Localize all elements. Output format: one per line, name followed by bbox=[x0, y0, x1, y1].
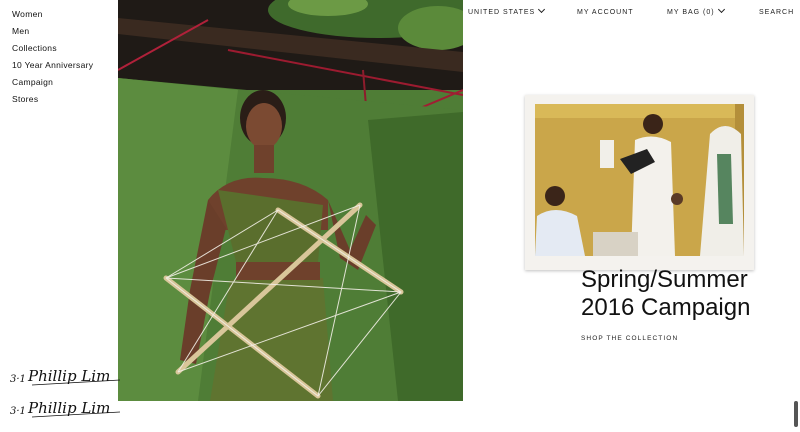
campaign-title-line-2: 2016 Campaign bbox=[581, 294, 751, 321]
campaign-polaroid[interactable] bbox=[525, 95, 754, 270]
side-navigation: Women Men Collections 10 Year Anniversar… bbox=[12, 6, 93, 108]
hero-campaign-photo bbox=[118, 0, 463, 401]
nav-item-stores[interactable]: Stores bbox=[12, 91, 93, 108]
campaign-title-line-1: Spring/Summer bbox=[581, 266, 748, 293]
chevron-down-icon bbox=[717, 5, 725, 14]
nav-item-women[interactable]: Women bbox=[12, 6, 93, 23]
polaroid-photo-illustration bbox=[535, 104, 744, 256]
campaign-title: Spring/Summer 2016 Campaign bbox=[581, 266, 781, 322]
scrollbar-thumb[interactable] bbox=[794, 401, 798, 427]
brand-logo[interactable]: 3·1 Phillip Lim bbox=[10, 366, 122, 388]
brand-logo-image: 3·1 Phillip Lim bbox=[10, 367, 121, 386]
search-link[interactable]: SEARCH bbox=[759, 9, 794, 16]
my-bag-button[interactable]: MY BAG (0) bbox=[667, 5, 725, 16]
region-label: UNITED STATES bbox=[468, 9, 536, 16]
region-selector[interactable]: UNITED STATES bbox=[468, 5, 546, 16]
svg-text:Phillip Lim: Phillip Lim bbox=[27, 399, 110, 417]
svg-text:Phillip Lim: Phillip Lim bbox=[27, 367, 110, 385]
chevron-down-icon bbox=[538, 5, 546, 14]
nav-item-men[interactable]: Men bbox=[12, 23, 93, 40]
brand-logo-secondary[interactable]: 3·1 Phillip Lim bbox=[10, 398, 122, 420]
nav-item-collections[interactable]: Collections bbox=[12, 40, 93, 57]
shop-the-collection-link[interactable]: SHOP THE COLLECTION bbox=[581, 335, 678, 342]
svg-text:3·1: 3·1 bbox=[10, 406, 26, 417]
brand-logo-image: 3·1 Phillip Lim bbox=[10, 399, 121, 418]
nav-item-10-year-anniversary[interactable]: 10 Year Anniversary bbox=[12, 57, 93, 74]
hero-photo-illustration bbox=[118, 0, 463, 401]
nav-item-campaign[interactable]: Campaign bbox=[12, 74, 93, 91]
polaroid-photo bbox=[535, 104, 744, 256]
svg-text:3·1: 3·1 bbox=[10, 374, 26, 385]
my-account-link[interactable]: MY ACCOUNT bbox=[577, 9, 634, 16]
bag-label: MY BAG (0) bbox=[667, 9, 715, 16]
